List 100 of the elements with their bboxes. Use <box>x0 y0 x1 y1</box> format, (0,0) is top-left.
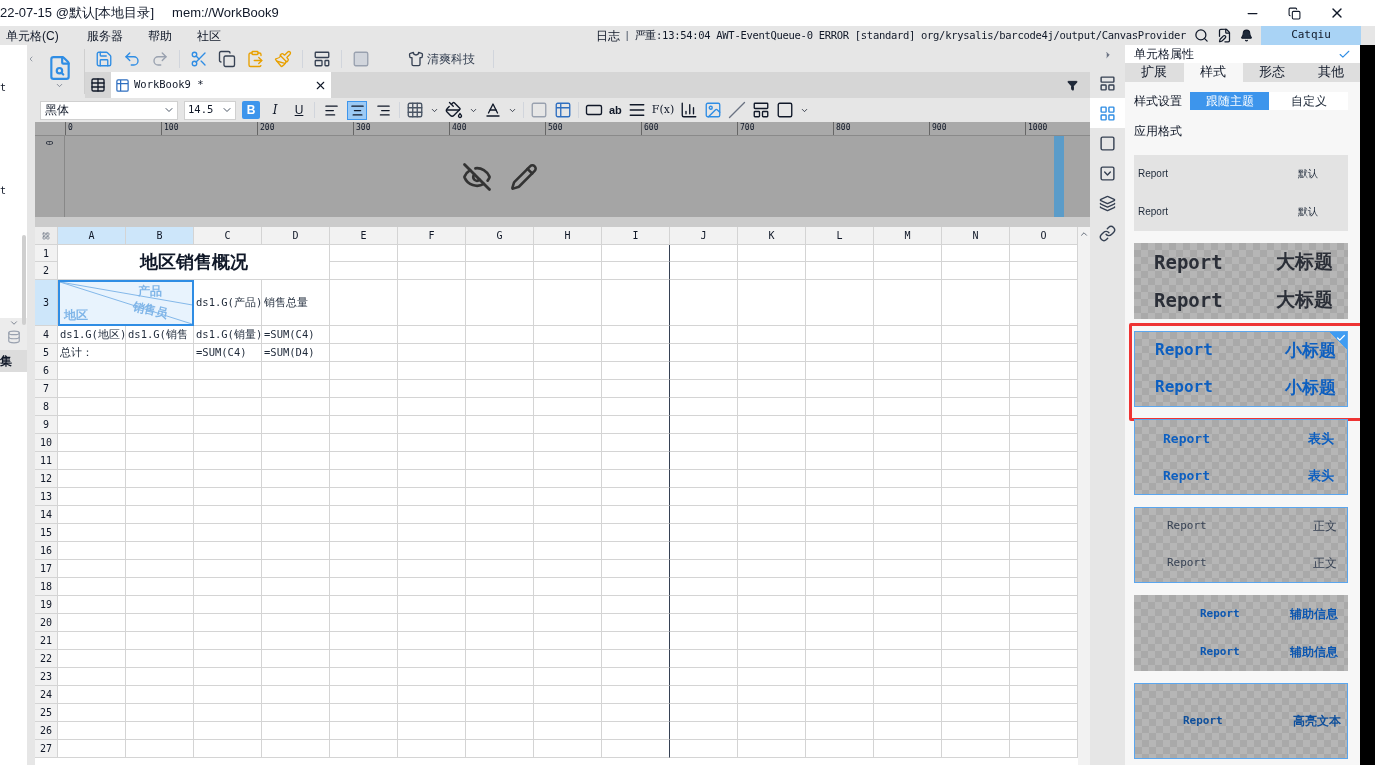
frame-icon[interactable] <box>776 101 795 119</box>
restore-icon[interactable] <box>1288 6 1301 20</box>
column-header[interactable]: G <box>466 227 534 245</box>
bell-icon[interactable] <box>1240 29 1253 42</box>
table-cell <box>806 488 874 506</box>
link-icon[interactable] <box>1099 224 1116 242</box>
menu-item[interactable]: 服务器 <box>86 26 123 45</box>
menu-item[interactable]: 单元格(C) <box>6 26 59 45</box>
column-header[interactable]: O <box>1010 227 1078 245</box>
row-header[interactable]: 13 <box>35 488 58 506</box>
row-header[interactable]: 3 <box>35 280 58 326</box>
column-header[interactable]: I <box>602 227 670 245</box>
fill-color-icon[interactable] <box>445 101 463 119</box>
row-header[interactable]: 7 <box>35 380 58 398</box>
column-header[interactable]: M <box>874 227 942 245</box>
cell-attributes-icon[interactable] <box>1099 104 1116 122</box>
hidden-icon[interactable] <box>461 161 492 192</box>
formula-label[interactable]: F(x) <box>651 101 675 119</box>
row-header[interactable]: 26 <box>35 722 58 740</box>
document-tab[interactable]: WorkBook9 * <box>111 72 331 98</box>
row-header[interactable]: 14 <box>35 506 58 524</box>
column-header[interactable]: N <box>942 227 1010 245</box>
italic-button[interactable]: I <box>266 101 284 119</box>
row-header[interactable]: 6 <box>35 362 58 380</box>
column-header[interactable]: A <box>58 227 126 245</box>
row-header[interactable]: 17 <box>35 560 58 578</box>
row-header[interactable]: 8 <box>35 398 58 416</box>
menu-item[interactable]: 帮助 <box>147 26 172 45</box>
column-header[interactable]: J <box>670 227 738 245</box>
row-header[interactable]: 23 <box>35 668 58 686</box>
column-header[interactable]: C <box>194 227 262 245</box>
column-header[interactable]: B <box>126 227 194 245</box>
layout-icon[interactable] <box>1099 74 1116 92</box>
table-cell <box>58 434 126 452</box>
row-header[interactable]: 12 <box>35 470 58 488</box>
row-header[interactable]: 22 <box>35 650 58 668</box>
row-header[interactable]: 4 <box>35 326 58 344</box>
paragraph-icon[interactable] <box>627 101 646 119</box>
row-header[interactable]: 5 <box>35 344 58 362</box>
log-label[interactable]: 日志 <box>595 26 620 45</box>
frame-icon[interactable] <box>1099 134 1116 152</box>
slash-icon[interactable] <box>728 101 747 119</box>
row-header[interactable]: 25 <box>35 704 58 722</box>
row-header[interactable]: 19 <box>35 596 58 614</box>
style-preset[interactable]: Report 辅助信息 Report 辅助信息 <box>1134 594 1348 671</box>
table-cell <box>194 686 262 704</box>
table-cell <box>466 506 534 524</box>
row-header[interactable]: 15 <box>35 524 58 542</box>
row-header[interactable]: 21 <box>35 632 58 650</box>
row-header[interactable]: 24 <box>35 686 58 704</box>
style-preset[interactable]: Report 高亮文本 <box>1134 682 1348 759</box>
panel-tab[interactable]: 集 <box>0 350 27 372</box>
save-icon[interactable] <box>95 49 113 68</box>
edit-icon[interactable] <box>1217 28 1232 43</box>
font-select[interactable]: 黑体 <box>40 100 178 120</box>
column-header[interactable]: F <box>398 227 466 245</box>
font-size-select[interactable]: 14.5 <box>184 100 236 120</box>
column-header[interactable]: H <box>534 227 602 245</box>
stack-icon[interactable] <box>1099 194 1116 212</box>
chart-icon[interactable] <box>680 101 699 119</box>
margin-marker[interactable] <box>1054 136 1064 217</box>
user-button[interactable]: Catqiu <box>1261 26 1361 45</box>
menu-item[interactable]: 社区 <box>196 26 221 45</box>
column-header[interactable]: E <box>330 227 398 245</box>
row-header[interactable]: 1 <box>35 245 58 262</box>
row-header[interactable]: 11 <box>35 452 58 470</box>
column-header[interactable]: D <box>262 227 330 245</box>
text-widget-label[interactable]: ab <box>609 101 622 119</box>
align-center-button[interactable] <box>347 100 367 120</box>
cut-icon[interactable] <box>190 49 208 68</box>
edit-pencil-icon[interactable] <box>509 162 538 191</box>
row-header[interactable]: 16 <box>35 542 58 560</box>
copy-icon[interactable] <box>218 49 236 68</box>
row-header[interactable]: 9 <box>35 416 58 434</box>
undo-icon[interactable] <box>123 49 141 68</box>
image-icon[interactable] <box>704 101 723 119</box>
row-header[interactable]: 10 <box>35 434 58 452</box>
scroll-up-icon[interactable] <box>1079 229 1089 239</box>
table-cell <box>534 596 602 614</box>
row-header[interactable]: 27 <box>35 740 58 758</box>
search-icon[interactable] <box>1194 28 1209 43</box>
style-preset[interactable]: Report 默认 Report 默认 <box>1134 154 1348 231</box>
panel-tab[interactable]: 样式 <box>1183 63 1243 82</box>
underline-button[interactable]: U <box>290 101 308 119</box>
sample-text: Report <box>1163 466 1211 485</box>
theme-button[interactable]: 清爽科技 <box>408 49 475 68</box>
style-preset[interactable]: Report 大标题 Report 大标题 <box>1134 242 1348 319</box>
font-color-icon[interactable] <box>484 101 502 119</box>
style-preset[interactable]: Report 正文 Report 正文 <box>1134 506 1348 583</box>
row-header[interactable]: 18 <box>35 578 58 596</box>
row-header[interactable]: 2 <box>35 262 58 280</box>
column-header[interactable]: L <box>806 227 874 245</box>
row-header[interactable]: 20 <box>35 614 58 632</box>
border-icon[interactable] <box>406 101 424 119</box>
table-icon[interactable] <box>554 101 572 119</box>
column-header[interactable]: K <box>738 227 806 245</box>
style-option[interactable]: 自定义 <box>1269 91 1348 110</box>
dropdown-icon[interactable] <box>1099 164 1116 182</box>
cell-icon[interactable] <box>530 101 548 119</box>
new-sheet-icon[interactable] <box>90 77 106 93</box>
